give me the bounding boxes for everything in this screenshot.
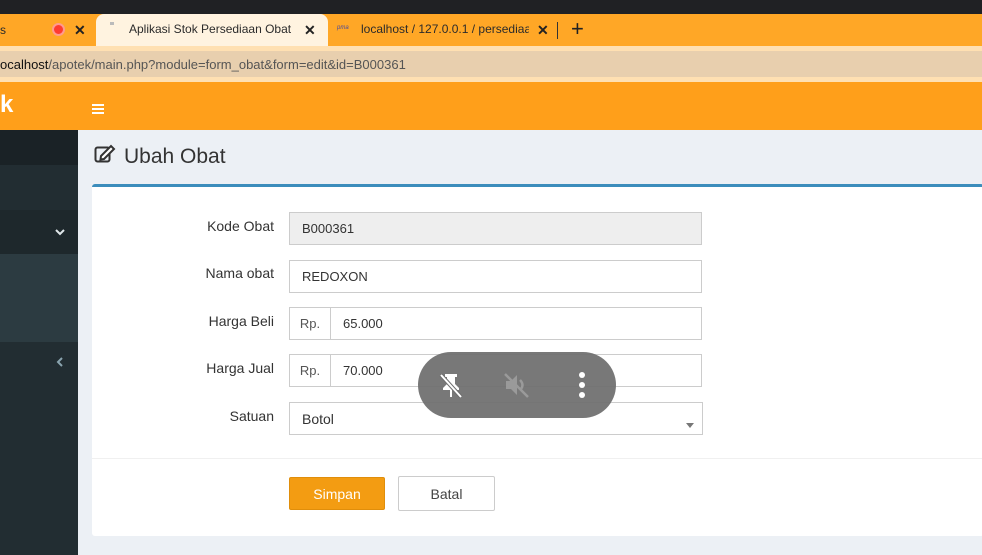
sidebar xyxy=(0,130,78,555)
caret-down-icon xyxy=(686,416,694,432)
close-tab-icon[interactable]: ✕ xyxy=(304,22,316,39)
chevron-down-icon xyxy=(54,224,66,242)
page-title: Ubah Obat xyxy=(94,144,226,170)
browser-tab-bar: s ✕ Aplikasi Stok Persediaan Obat ✕ pma … xyxy=(0,14,982,46)
pin-off-icon[interactable] xyxy=(436,370,466,405)
form-divider xyxy=(92,458,982,459)
sidebar-item-active[interactable] xyxy=(0,210,78,254)
tab-separator xyxy=(557,22,558,39)
close-tab-icon[interactable]: ✕ xyxy=(537,22,549,39)
content-wrapper: Ubah Obat Kode Obat B000361 Nama obat RE… xyxy=(78,130,982,555)
sidebar-search-area xyxy=(0,130,78,165)
cancel-button[interactable]: Batal xyxy=(398,476,495,511)
harga-jual-prefix: Rp. xyxy=(289,354,331,387)
url-host: ocalhost xyxy=(0,56,49,72)
url-field[interactable]: ocalhost/apotek/main.php?module=form_oba… xyxy=(0,51,982,77)
sidebar-submenu xyxy=(0,254,78,342)
tab-title: Aplikasi Stok Persediaan Obat xyxy=(129,22,292,36)
sidebar-item[interactable] xyxy=(0,342,78,386)
url-path: /apotek/main.php?module=form_obat&form=e… xyxy=(48,56,406,72)
close-tab-icon[interactable]: ✕ xyxy=(74,22,86,39)
favicon-icon xyxy=(110,22,114,25)
app-header: k xyxy=(0,82,982,130)
harga-beli-field[interactable]: 65.000 xyxy=(330,307,702,340)
sidebar-item[interactable] xyxy=(0,165,78,210)
tab-title: localhost / 127.0.0.1 / persediaan xyxy=(361,22,529,36)
page-title-text: Ubah Obat xyxy=(124,145,226,168)
browser-tab-1[interactable]: s ✕ xyxy=(0,14,95,46)
hamburger-icon[interactable] xyxy=(92,101,104,114)
harga-jual-label: Harga Jual xyxy=(206,360,274,376)
os-top-strip xyxy=(0,0,982,14)
browser-tab-2[interactable]: Aplikasi Stok Persediaan Obat ✕ xyxy=(96,14,328,46)
harga-beli-label: Harga Beli xyxy=(208,313,274,329)
new-tab-button[interactable]: + xyxy=(571,16,584,42)
harga-beli-prefix: Rp. xyxy=(289,307,331,340)
satuan-selected: Botol xyxy=(302,410,334,427)
brand-logo[interactable]: k xyxy=(0,91,13,119)
nama-label: Nama obat xyxy=(205,265,274,281)
kode-field: B000361 xyxy=(289,212,702,245)
record-icon xyxy=(52,23,65,36)
nama-field[interactable]: REDOXON xyxy=(289,260,702,293)
chevron-left-icon xyxy=(55,355,65,373)
browser-tab-3[interactable]: pma localhost / 127.0.0.1 / persediaan ✕ xyxy=(330,14,558,46)
save-button[interactable]: Simpan xyxy=(289,477,385,510)
kode-label: Kode Obat xyxy=(207,218,274,234)
edit-icon xyxy=(94,144,116,170)
pma-favicon-icon: pma xyxy=(337,25,349,31)
mute-icon[interactable] xyxy=(501,370,531,405)
media-control-overlay xyxy=(418,352,616,418)
satuan-label: Satuan xyxy=(229,408,274,424)
more-vertical-icon[interactable] xyxy=(578,372,586,403)
address-bar-container: ocalhost/apotek/main.php?module=form_oba… xyxy=(0,46,982,82)
tab-title: s xyxy=(0,23,6,37)
